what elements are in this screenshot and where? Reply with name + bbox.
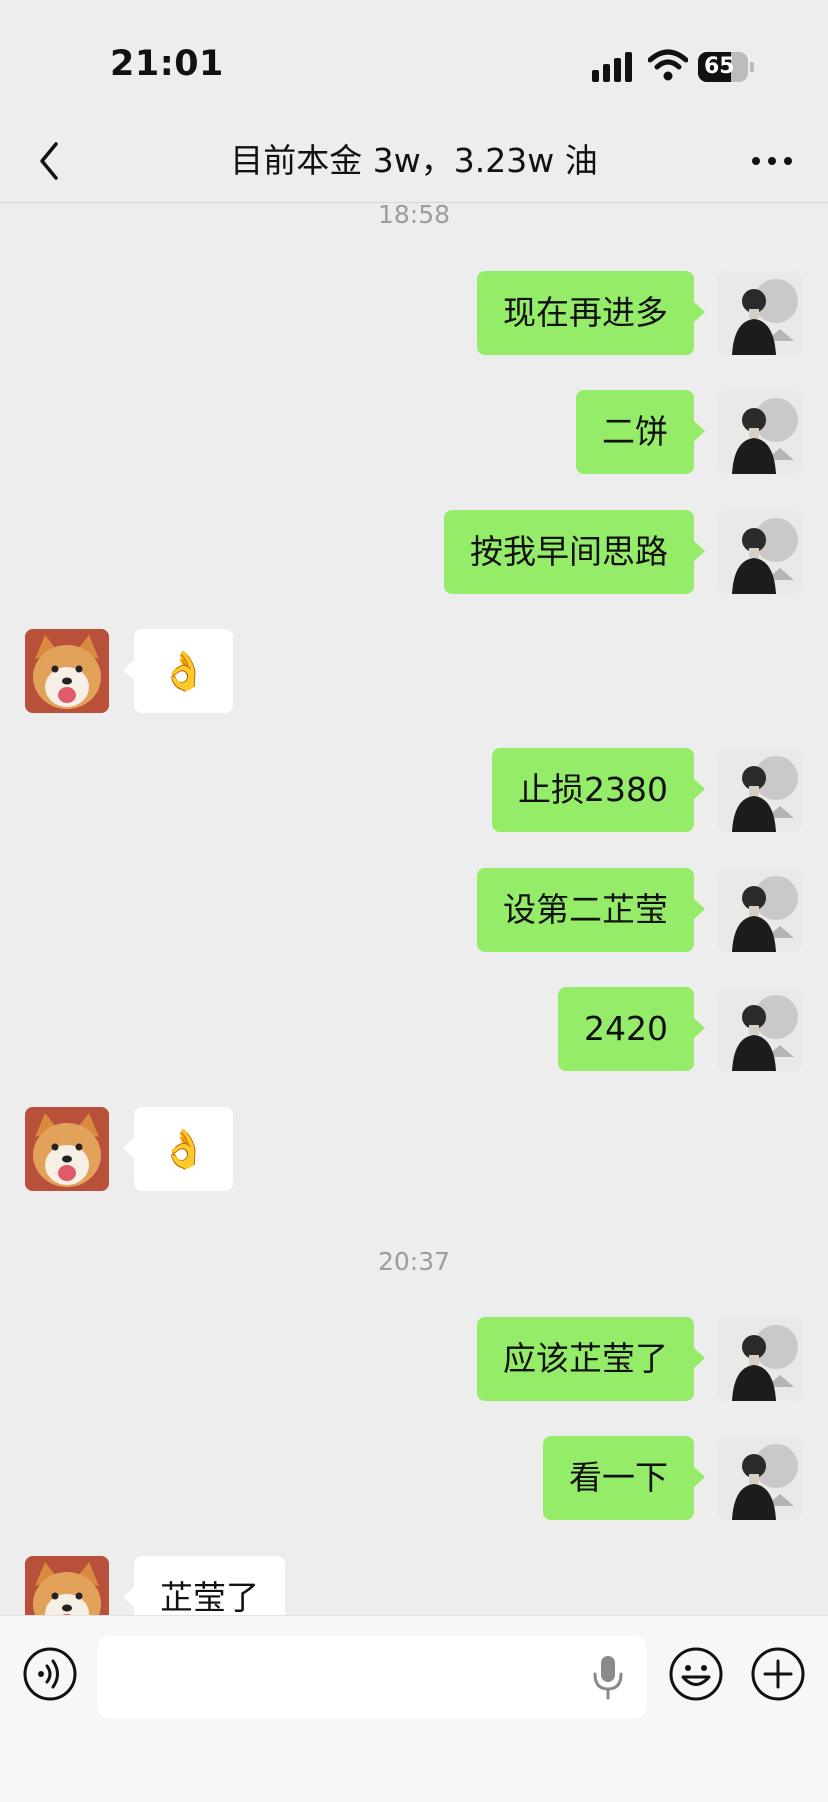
status-time: 21:01	[110, 44, 224, 84]
chat-title: 目前本金 3w，3.23w 油	[230, 141, 598, 180]
my-avatar[interactable]	[718, 510, 802, 594]
message-bubble-sent[interactable]: 止损2380	[492, 748, 705, 832]
my-avatar[interactable]	[718, 1436, 802, 1520]
message-bubble-sent[interactable]: 看一下	[543, 1436, 705, 1520]
message-bubble-sent[interactable]: 2420	[558, 987, 705, 1071]
status-bar: 21:01 65	[0, 0, 828, 130]
message-bubble-received[interactable]: 👌	[122, 1107, 234, 1191]
my-avatar[interactable]	[718, 271, 802, 355]
more-icon[interactable]	[748, 136, 796, 186]
my-avatar[interactable]	[718, 1317, 802, 1401]
my-avatar[interactable]	[718, 748, 802, 832]
plus-icon[interactable]	[750, 1646, 806, 1702]
my-avatar[interactable]	[718, 987, 802, 1071]
emoji-icon[interactable]	[668, 1646, 724, 1702]
message-bubble-sent[interactable]: 二饼	[576, 390, 705, 474]
my-avatar[interactable]	[718, 390, 802, 474]
cellular-signal-icon	[592, 52, 634, 82]
wifi-icon	[648, 49, 688, 81]
my-avatar[interactable]	[718, 868, 802, 952]
microphone-icon[interactable]	[590, 1654, 626, 1700]
message-bubble-received[interactable]: 👌	[122, 629, 234, 713]
contact-avatar[interactable]	[25, 1107, 109, 1191]
message-bubble-sent[interactable]: 现在再进多	[477, 271, 705, 355]
chat-header: 目前本金 3w，3.23w 油	[0, 120, 828, 203]
battery-level: 65	[704, 54, 735, 79]
timestamp: 20:37	[377, 1247, 451, 1276]
timestamp: 18:58	[377, 200, 451, 229]
contact-avatar[interactable]	[25, 629, 109, 713]
battery-icon: 65	[698, 52, 754, 82]
voice-icon[interactable]	[22, 1646, 78, 1702]
ok-hand-emoji: 👌	[160, 1127, 208, 1171]
message-bubble-sent[interactable]: 应该芷莹了	[477, 1317, 705, 1401]
ok-hand-emoji: 👌	[160, 649, 208, 693]
input-bar	[0, 1615, 828, 1802]
message-bubble-sent[interactable]: 按我早间思路	[444, 510, 705, 594]
message-input[interactable]	[98, 1636, 646, 1718]
message-bubble-sent[interactable]: 设第二芷莹	[477, 868, 705, 952]
chevron-left-icon[interactable]	[30, 136, 70, 186]
